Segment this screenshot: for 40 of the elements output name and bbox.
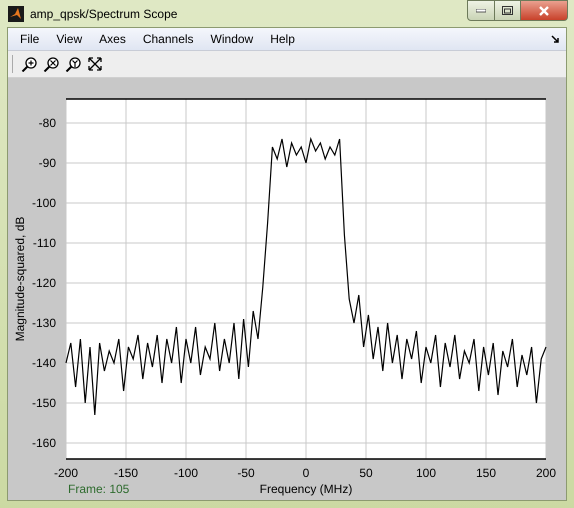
menu-item[interactable]: Window (204, 30, 260, 48)
y-tick-label: -120 (32, 276, 56, 290)
close-icon (538, 6, 550, 16)
x-tick-label: 100 (416, 466, 436, 480)
x-tick-label: 200 (536, 466, 556, 480)
x-tick-label: 150 (476, 466, 496, 480)
y-tick-label: -130 (32, 316, 56, 330)
y-tick-label: -110 (32, 236, 56, 250)
x-axis-label: Frequency (MHz) (260, 482, 352, 496)
dock-arrow-icon[interactable] (551, 34, 560, 44)
maximize-icon (502, 6, 513, 15)
zoom-x-icon[interactable] (43, 56, 59, 72)
x-tick-label: -50 (237, 466, 255, 480)
y-tick-label: -100 (32, 196, 56, 210)
y-axis-label: Magnitude-squared, dB (13, 216, 27, 342)
window-title: amp_qpsk/Spectrum Scope (30, 6, 178, 20)
x-tick-label: -100 (174, 466, 198, 480)
zoom-y-icon[interactable] (65, 56, 81, 72)
close-button[interactable] (521, 0, 568, 21)
x-tick-label: 0 (302, 466, 310, 480)
x-tick-label: 50 (359, 466, 373, 480)
menu-item[interactable]: View (50, 30, 88, 48)
x-tick-label: -150 (114, 466, 138, 480)
menu-item[interactable]: Channels (136, 30, 200, 48)
y-tick-label: -80 (38, 116, 56, 130)
menu-item[interactable]: Help (264, 30, 301, 48)
menu-item[interactable]: Axes (93, 30, 132, 48)
maximize-button[interactable] (495, 0, 521, 21)
app-icon (8, 6, 24, 22)
menu-item[interactable]: File (14, 30, 46, 48)
frame-counter: Frame: 105 (68, 482, 130, 496)
minimize-icon (476, 8, 486, 12)
zoom-in-icon[interactable] (21, 56, 37, 72)
x-tick-label: -200 (54, 466, 78, 480)
y-tick-label: -150 (32, 396, 56, 410)
y-tick-label: -140 (32, 356, 56, 370)
y-tick-label: -160 (32, 436, 56, 450)
fit-to-view-icon[interactable] (87, 56, 103, 72)
y-tick-label: -90 (38, 156, 56, 170)
minimize-button[interactable] (467, 0, 495, 21)
